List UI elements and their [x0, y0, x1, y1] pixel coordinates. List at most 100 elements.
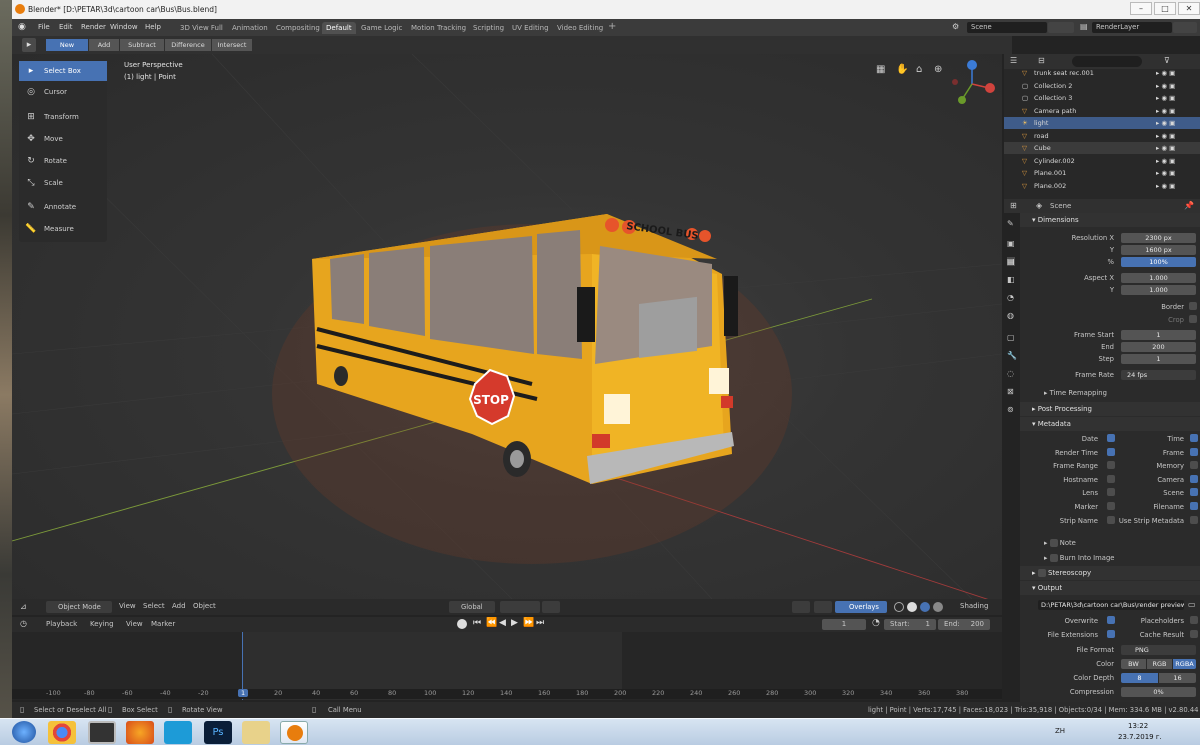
burn-subpanel[interactable]: ▸ Burn Into Image: [1044, 554, 1114, 562]
tool-tab-icon[interactable]: ✎: [1007, 219, 1014, 228]
mode-subtract-button[interactable]: Subtract: [120, 39, 164, 51]
burn-checkbox[interactable]: [1049, 554, 1058, 562]
pin-icon[interactable]: 📌: [1184, 201, 1194, 210]
outliner-row[interactable]: ▽ Cylinder.002 ▸ ◉ ▣: [1004, 155, 1200, 167]
display-mode-icon[interactable]: ⊟: [1038, 56, 1045, 65]
tab-default[interactable]: Default: [322, 22, 356, 34]
render-layer-actions[interactable]: [1173, 22, 1197, 33]
menu-keying[interactable]: Keying: [90, 620, 114, 628]
aspect-y-field[interactable]: 1.000: [1121, 285, 1196, 295]
gizmo-toggle[interactable]: [814, 601, 832, 613]
scene-tab-icon[interactable]: ◔: [1007, 293, 1014, 302]
scene-actions[interactable]: [1048, 22, 1074, 33]
metadata-panel-header[interactable]: ▾ Metadata: [1020, 417, 1200, 431]
constraint-tab-icon[interactable]: ⊠: [1007, 387, 1014, 396]
telegram-icon[interactable]: [164, 721, 192, 744]
tool-annotate[interactable]: ✎ Annotate: [19, 197, 107, 217]
material-shading-icon[interactable]: [920, 602, 930, 612]
frame-step-field[interactable]: 1: [1121, 354, 1196, 364]
play-icon[interactable]: ▶: [511, 618, 518, 628]
time-remapping-subpanel[interactable]: ▸ Time Remapping: [1044, 389, 1107, 397]
tool-cursor[interactable]: ◎ Cursor: [19, 82, 107, 102]
frame-start-field[interactable]: 1: [1121, 330, 1196, 340]
transform-orientation-dropdown[interactable]: Global: [449, 601, 495, 613]
menu-file[interactable]: File: [38, 23, 50, 31]
menu-marker[interactable]: Marker: [151, 620, 175, 628]
blender-menu-icon[interactable]: ◉: [18, 22, 30, 33]
menu-add[interactable]: Add: [172, 602, 186, 610]
dimensions-panel-header[interactable]: ▾ Dimensions: [1020, 213, 1200, 227]
stereoscopy-checkbox[interactable]: [1037, 569, 1046, 577]
post-processing-panel-header[interactable]: ▸ Post Processing: [1020, 402, 1200, 416]
visibility-icons[interactable]: ▸ ◉ ▣: [1156, 105, 1175, 117]
depth-16-button[interactable]: 16: [1159, 673, 1196, 683]
hand-pan-icon[interactable]: ✋: [896, 64, 908, 75]
crop-checkbox[interactable]: [1189, 315, 1197, 323]
physics-tab-icon[interactable]: ◌: [1007, 369, 1014, 378]
tool-rotate[interactable]: ↻ Rotate: [19, 151, 107, 171]
camera-view-icon[interactable]: ▦: [876, 64, 885, 75]
menu-view[interactable]: View: [119, 602, 136, 610]
current-frame-field[interactable]: 1: [822, 619, 866, 630]
placeholders-checkbox[interactable]: [1190, 616, 1198, 624]
outliner-row[interactable]: ☀ light ▸ ◉ ▣: [1004, 117, 1200, 130]
color-bw-button[interactable]: BW: [1121, 659, 1146, 669]
select-mode-icon[interactable]: ▸: [22, 38, 36, 52]
language-indicator[interactable]: ZH: [1055, 727, 1065, 735]
note-subpanel[interactable]: ▸ Note: [1044, 539, 1076, 547]
overlays-dropdown[interactable]: Overlays: [835, 601, 887, 613]
frame-end-field[interactable]: 200: [1121, 342, 1196, 352]
menu-select[interactable]: Select: [143, 602, 165, 610]
maximize-button[interactable]: □: [1154, 2, 1176, 15]
view-layer-tab-icon[interactable]: ◧: [1007, 275, 1015, 284]
app-icon-generic[interactable]: [88, 721, 116, 744]
outliner-row[interactable]: ▽ Plane.001 ▸ ◉ ▣: [1004, 167, 1200, 179]
tool-move[interactable]: ✥ Move: [19, 129, 107, 149]
properties-editor-icon[interactable]: ⊞: [1010, 201, 1017, 210]
outliner-row[interactable]: ▢ Collection 2 ▸ ◉ ▣: [1004, 80, 1200, 92]
chrome-icon[interactable]: [48, 721, 76, 744]
proportional-edit-toggle[interactable]: [542, 601, 560, 613]
metadata-right-checkbox[interactable]: [1190, 461, 1198, 470]
menu-object[interactable]: Object: [193, 602, 216, 610]
scene-icon[interactable]: ⚙: [952, 22, 959, 31]
outliner-search-input[interactable]: [1072, 56, 1142, 67]
mode-difference-button[interactable]: Difference: [165, 39, 211, 51]
metadata-right-checkbox[interactable]: [1190, 515, 1198, 524]
file-format-dropdown[interactable]: PNG: [1121, 645, 1196, 655]
menu-render[interactable]: Render: [81, 23, 106, 31]
render-layer-icon[interactable]: ▤: [1080, 22, 1088, 31]
tab-compositing[interactable]: Compositing: [272, 22, 324, 34]
editor-type-icon[interactable]: ⊿: [20, 602, 27, 611]
tab-uv-editing[interactable]: UV Editing: [508, 22, 553, 34]
resolution-y-field[interactable]: 1600 px: [1121, 245, 1196, 255]
visibility-icons[interactable]: ▸ ◉ ▣: [1156, 142, 1175, 154]
resolution-percent-field[interactable]: 100%: [1121, 257, 1196, 267]
end-frame-field[interactable]: End: 200: [938, 619, 990, 630]
visibility-toggle[interactable]: [792, 601, 810, 613]
compression-field[interactable]: 0%: [1121, 687, 1196, 697]
tool-scale[interactable]: ⤡ Scale: [19, 173, 107, 193]
visibility-icons[interactable]: ▸ ◉ ▣: [1156, 155, 1175, 167]
camera-icon[interactable]: ⌂: [916, 64, 922, 75]
mode-add-button[interactable]: Add: [89, 39, 119, 51]
add-workspace-icon[interactable]: +: [608, 21, 616, 32]
shading-dropdown[interactable]: Shading: [960, 602, 988, 610]
visibility-icons[interactable]: ▸ ◉ ▣: [1156, 67, 1175, 79]
jump-end-icon[interactable]: ⏭: [536, 618, 544, 628]
menu-timeline-view[interactable]: View: [126, 620, 143, 628]
metadata-right-checkbox[interactable]: [1190, 502, 1198, 510]
border-checkbox[interactable]: [1189, 302, 1197, 310]
cache-result-checkbox[interactable]: [1190, 630, 1198, 638]
folder-icon[interactable]: ▭: [1188, 600, 1196, 609]
clock-time[interactable]: 13:22: [1128, 722, 1148, 730]
close-button[interactable]: ✕: [1178, 2, 1200, 15]
photoshop-icon[interactable]: Ps: [204, 721, 232, 744]
output-tab-icon[interactable]: ▤: [1007, 257, 1015, 266]
menu-playback[interactable]: Playback: [46, 620, 77, 628]
mode-intersect-button[interactable]: Intersect: [212, 39, 252, 51]
visibility-icons[interactable]: ▸ ◉ ▣: [1156, 167, 1175, 179]
mode-new-button[interactable]: New: [46, 39, 88, 51]
visibility-icons[interactable]: ▸ ◉ ▣: [1156, 80, 1175, 92]
menu-window[interactable]: Window: [110, 23, 138, 31]
